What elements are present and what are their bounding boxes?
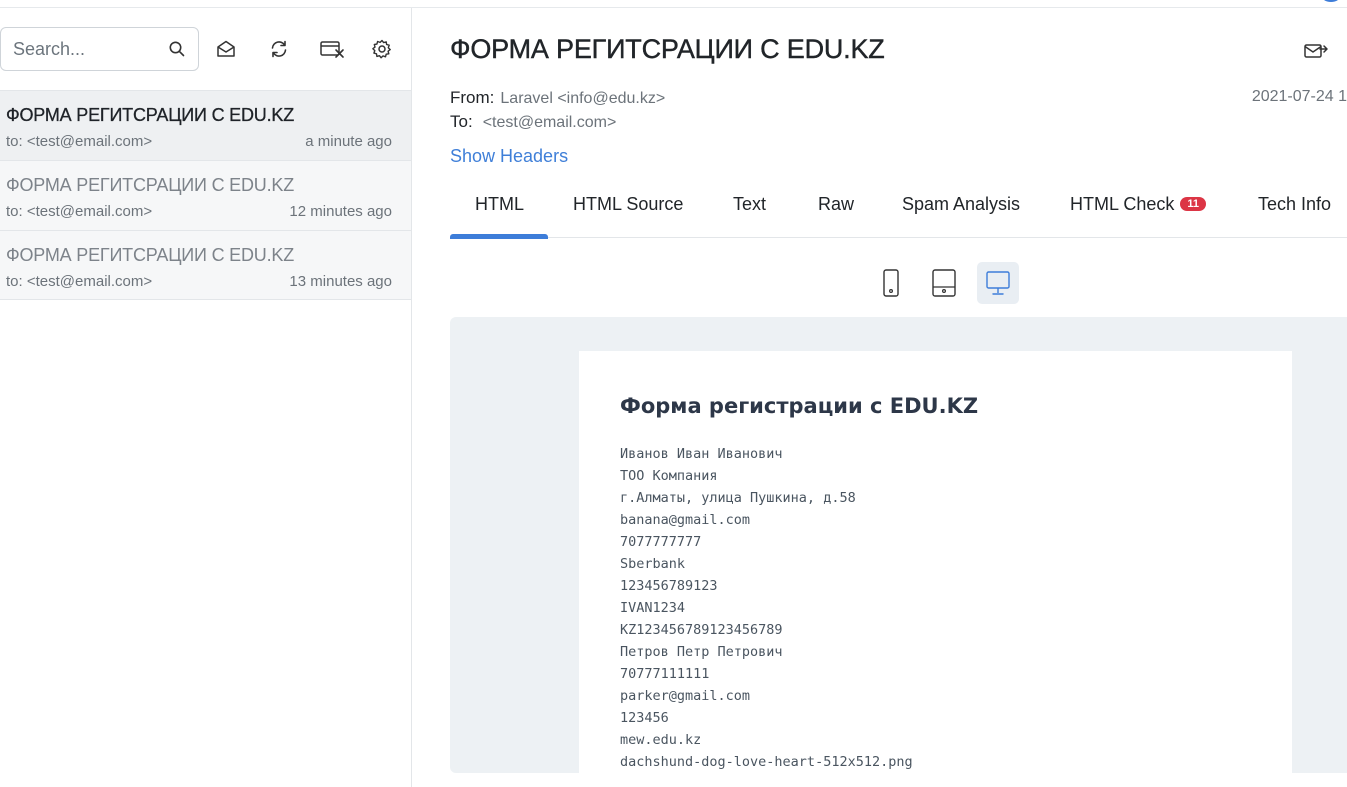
message-list-item[interactable]: ФОРМА РЕГИТСРАЦИИ С EDU.KZ to: <test@ema… — [0, 160, 411, 230]
gear-icon — [372, 39, 391, 59]
message-list-item[interactable]: ФОРМА РЕГИТСРАЦИИ С EDU.KZ to: <test@ema… — [0, 230, 411, 300]
email-line: 123456 — [620, 710, 669, 726]
tab-html-check[interactable]: HTML Check 11 — [1070, 194, 1206, 215]
refresh-icon — [271, 40, 287, 58]
desktop-view-button[interactable] — [977, 262, 1019, 304]
tab-raw[interactable]: Raw — [818, 194, 854, 215]
message-sidebar: ФОРМА РЕГИТСРАЦИИ С EDU.KZ to: <test@ema… — [0, 8, 412, 787]
email-line: IVAN1234 — [620, 600, 686, 616]
tab-label: Text — [733, 194, 767, 214]
from-value: Laravel <info@edu.kz> — [500, 90, 666, 107]
tab-label: HTML Check — [1070, 194, 1175, 214]
email-line: Петров Петр Петрович — [620, 644, 783, 660]
phone-icon — [883, 269, 899, 297]
message-date: 2021-07-24 1 — [1251, 88, 1347, 105]
email-line: 123456789123 — [620, 578, 718, 594]
phone-view-button[interactable] — [870, 262, 912, 304]
message-recipient: to: <test@email.com> — [6, 133, 153, 150]
email-line: 70777111111 — [620, 666, 710, 682]
tab-label: HTML — [475, 194, 524, 214]
to-row: To: <test@email.com> — [450, 112, 616, 132]
message-recipient: to: <test@email.com> — [6, 273, 153, 290]
tab-label: Spam Analysis — [902, 194, 1021, 214]
tab-text[interactable]: Text — [733, 194, 766, 215]
message-subject: ФОРМА РЕГИТСРАЦИИ С EDU.KZ — [6, 105, 294, 125]
email-line: ТОО Компания — [620, 468, 718, 484]
forward-mail-icon[interactable] — [1303, 40, 1329, 62]
to-value: <test@email.com> — [482, 114, 617, 131]
email-line: г.Алматы, улица Пушкина, д.58 — [620, 490, 856, 506]
from-label: From: — [450, 88, 495, 107]
refresh-button[interactable] — [266, 36, 292, 62]
settings-button[interactable] — [369, 36, 395, 62]
email-line: Иванов Иван Иванович — [620, 446, 783, 462]
message-subject: ФОРМА РЕГИТСРАЦИИ С EDU.KZ — [6, 175, 294, 195]
corner-accent — [1321, 0, 1341, 2]
message-subject: ФОРМА РЕГИТСРАЦИИ С EDU.KZ — [6, 245, 294, 265]
tab-label: HTML Source — [573, 194, 684, 214]
search-input[interactable] — [13, 36, 163, 62]
html-check-badge: 11 — [1180, 197, 1206, 211]
search-icon[interactable] — [168, 40, 186, 58]
email-body: Форма регистрации с EDU.KZ Иванов Иван И… — [579, 351, 1292, 773]
email-line: 7077777777 — [620, 534, 702, 550]
email-heading: Форма регистрации с EDU.KZ — [620, 394, 979, 418]
email-line: Sberbank — [620, 556, 686, 572]
message-tabs: HTML HTML Source Text Raw Spam Analysis … — [450, 178, 1347, 239]
email-line: banana@gmail.com — [620, 512, 751, 528]
message-view: ФОРМА РЕГИТСРАЦИИ С EDU.KZ From: Laravel … — [412, 8, 1347, 787]
tab-html-source[interactable]: HTML Source — [573, 194, 683, 215]
html-preview-area[interactable]: Форма регистрации с EDU.KZ Иванов Иван И… — [450, 317, 1347, 773]
mark-all-read-button[interactable] — [213, 36, 239, 62]
message-list-item[interactable]: ФОРМА РЕГИТСРАЦИИ С EDU.KZ to: <test@ema… — [0, 90, 411, 160]
search-box[interactable] — [0, 27, 199, 71]
from-row: From: Laravel <info@edu.kz> — [450, 88, 665, 108]
active-tab-indicator — [450, 234, 548, 239]
tab-label: Tech Info — [1258, 194, 1332, 214]
message-title: ФОРМА РЕГИТСРАЦИИ С EDU.KZ — [450, 34, 885, 64]
top-border — [0, 0, 1347, 8]
tablet-icon — [932, 269, 956, 297]
envelope-open-icon — [217, 40, 235, 57]
desktop-icon — [986, 271, 1010, 295]
tablet-view-button[interactable] — [923, 262, 965, 304]
tab-html[interactable]: HTML — [475, 194, 524, 215]
show-headers-link[interactable]: Show Headers — [450, 146, 568, 167]
message-time: 13 minutes ago — [289, 273, 392, 290]
email-line: dachshund-dog-love-heart-512x512.png — [620, 754, 913, 770]
email-line: mew.edu.kz — [620, 732, 702, 748]
sidebar-toolbar — [0, 8, 411, 90]
message-time: 12 minutes ago — [289, 203, 392, 220]
delete-all-button[interactable] — [317, 36, 347, 62]
tab-tech-info[interactable]: Tech Info — [1258, 194, 1331, 215]
email-lines: Иванов Иван Иванович ТОО Компания г.Алма… — [620, 443, 913, 773]
email-line: parker@gmail.com — [620, 688, 751, 704]
message-list: ФОРМА РЕГИТСРАЦИИ С EDU.KZ to: <test@ema… — [0, 90, 411, 300]
message-recipient: to: <test@email.com> — [6, 203, 153, 220]
tab-label: Raw — [818, 194, 855, 214]
email-line: KZ123456789123456789 — [620, 622, 783, 638]
tab-spam-analysis[interactable]: Spam Analysis — [902, 194, 1020, 215]
to-label: To: — [450, 112, 473, 131]
mail-delete-icon — [320, 41, 344, 58]
message-time: a minute ago — [305, 133, 392, 150]
